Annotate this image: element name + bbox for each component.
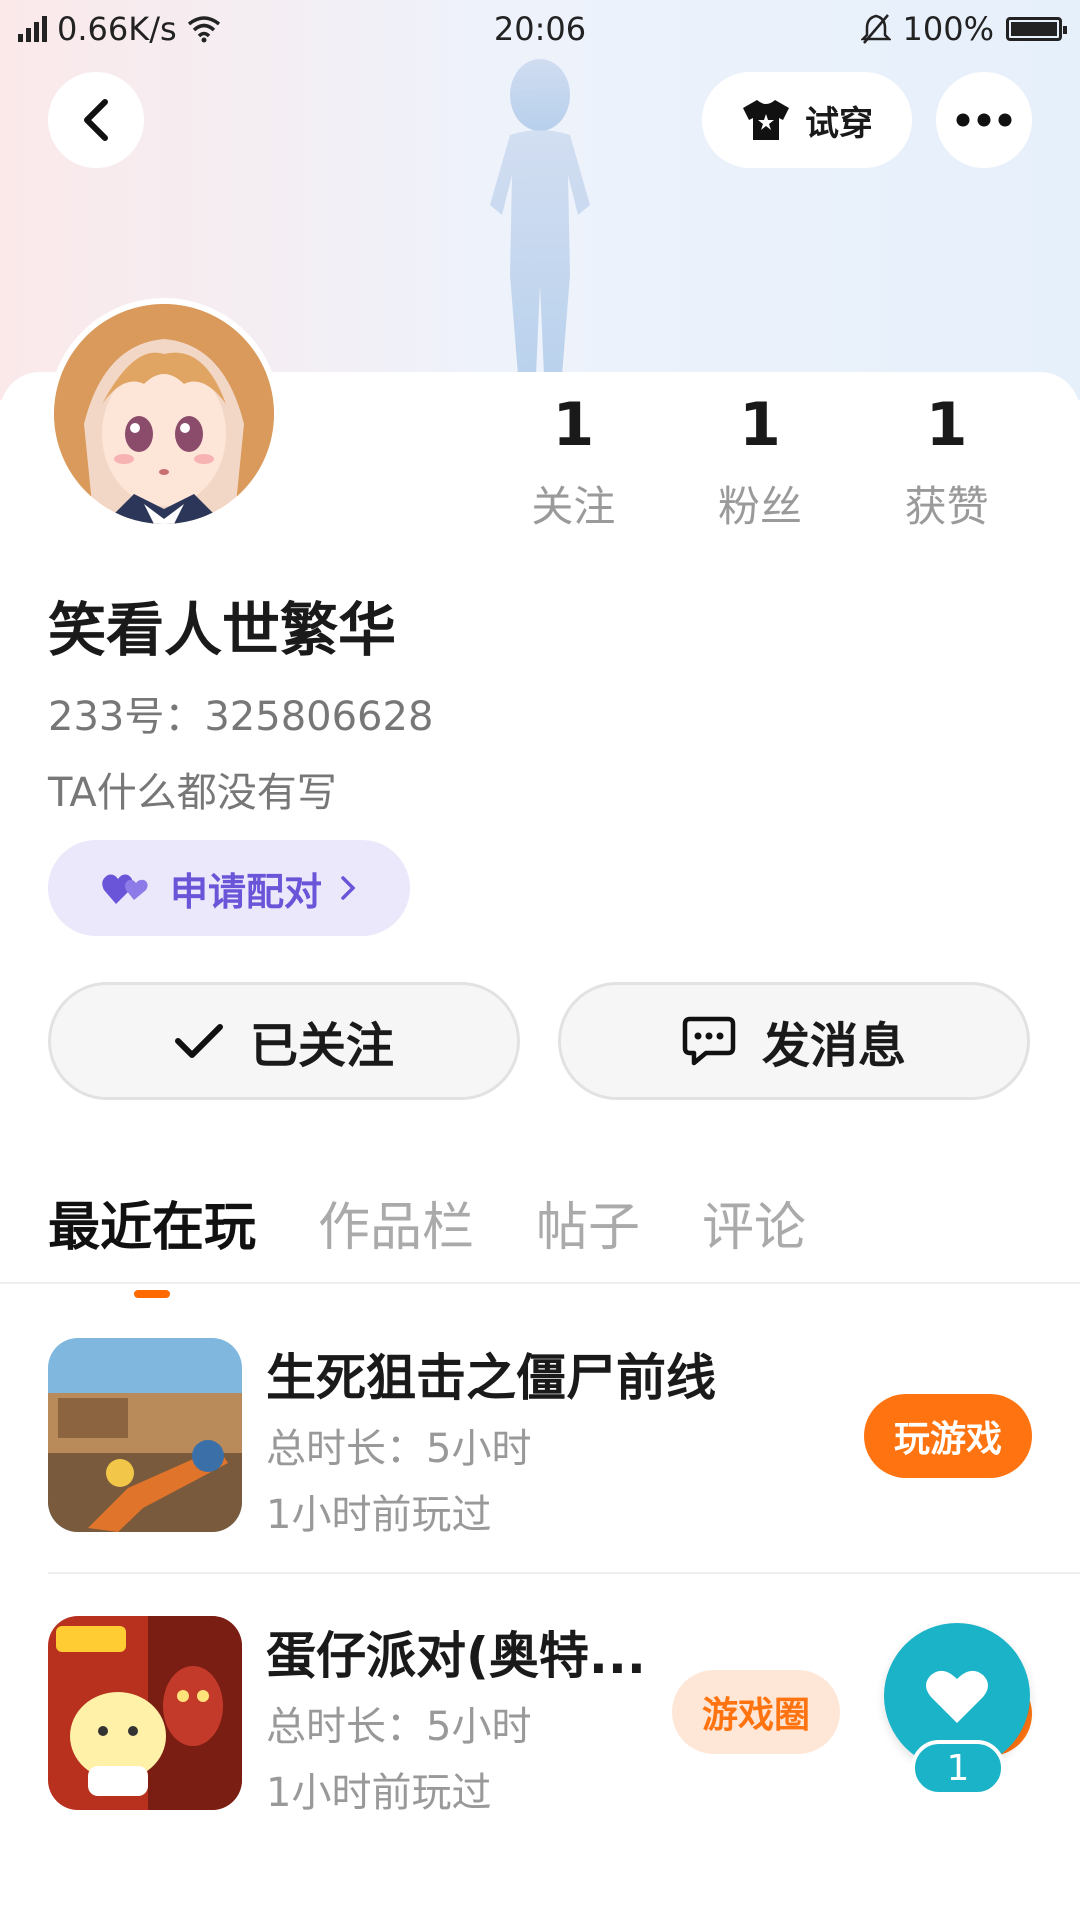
game-icon: [48, 1616, 242, 1810]
try-on-button[interactable]: 试穿: [702, 72, 912, 168]
list-item[interactable]: 生死狙击之僵尸前线 总时长：5小时 1小时前玩过 玩游戏: [48, 1338, 1048, 1538]
stat-value: 1: [739, 390, 781, 460]
mute-bell-icon: [860, 14, 891, 44]
more-dots-icon: [956, 113, 1012, 127]
play-game-button[interactable]: 玩游戏: [864, 1394, 1032, 1478]
followed-label: 已关注: [249, 1018, 394, 1074]
request-pair-button[interactable]: 申请配对: [48, 840, 410, 936]
stat-value: 1: [925, 390, 968, 460]
stat-label: 关注: [531, 482, 616, 531]
tab-recent-play[interactable]: 最近在玩: [48, 1185, 256, 1298]
stat-likes[interactable]: 1 获赞: [853, 395, 1040, 534]
game-duration: 总时长：5小时: [266, 1426, 532, 1472]
send-message-button[interactable]: 发消息: [558, 982, 1030, 1100]
list-divider: [48, 1572, 1080, 1574]
battery-percent: 100%: [902, 10, 994, 48]
battery-icon: [1006, 17, 1067, 41]
profile-id: 233号：325806628: [48, 694, 434, 740]
chevron-left-icon: [84, 99, 108, 141]
game-icon: [48, 1338, 242, 1532]
status-bar: 0.66K/s 20:06 100%: [0, 0, 1080, 58]
stat-label: 粉丝: [718, 482, 803, 531]
profile-bio: TA什么都没有写: [48, 770, 337, 816]
stat-followers[interactable]: 1 粉丝: [667, 395, 854, 534]
anime-avatar-image: [54, 304, 274, 524]
avatar[interactable]: [48, 298, 280, 530]
chat-bubble-icon: [682, 1016, 736, 1066]
hearts-icon: [102, 874, 148, 904]
stat-label: 获赞: [904, 482, 989, 531]
tab-divider: [0, 1282, 1080, 1284]
send-message-label: 发消息: [761, 1018, 906, 1074]
avatar-3d-figure: [490, 59, 590, 375]
profile-stats: 1 关注 1 粉丝 1 获赞: [480, 395, 1040, 534]
check-icon: [174, 1024, 223, 1058]
profile-tabs: 最近在玩 作品栏 帖子 评论: [48, 1185, 806, 1298]
game-title: 生死狙击之僵尸前线: [266, 1349, 716, 1407]
game-last-played: 1小时前玩过: [266, 1770, 492, 1816]
game-last-played: 1小时前玩过: [266, 1492, 492, 1538]
tshirt-icon: [743, 100, 789, 140]
game-circle-button[interactable]: 游戏圈: [672, 1670, 840, 1754]
stat-following[interactable]: 1 关注: [480, 395, 667, 534]
tab-comments[interactable]: 评论: [702, 1185, 806, 1260]
chevron-right-icon: [341, 876, 356, 900]
pair-label: 申请配对: [169, 869, 322, 914]
try-on-label: 试穿: [805, 103, 873, 144]
game-title: 蛋仔派对(奥特...: [266, 1627, 646, 1685]
back-button[interactable]: [48, 72, 144, 168]
tab-posts[interactable]: 帖子: [536, 1185, 640, 1260]
stat-value: 1: [552, 390, 595, 460]
game-duration: 总时长：5小时: [266, 1704, 532, 1750]
profile-name: 笑看人世繁华: [48, 596, 397, 664]
tab-works[interactable]: 作品栏: [318, 1185, 474, 1260]
more-button[interactable]: [936, 72, 1032, 168]
heart-icon: [926, 1670, 988, 1723]
like-count-badge: 1: [911, 1740, 1005, 1796]
followed-button[interactable]: 已关注: [48, 982, 520, 1100]
